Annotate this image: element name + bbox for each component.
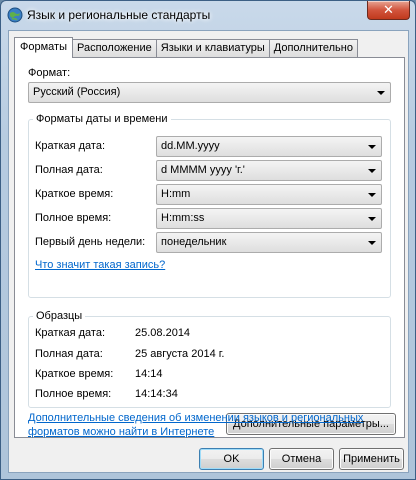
tab-administrative[interactable]: Дополнительно xyxy=(268,39,358,58)
long-time-select[interactable]: H:mm:ss xyxy=(156,208,382,229)
tab-strip: Форматы Расположение Языки и клавиатуры … xyxy=(14,37,358,58)
samples-group: Образцы Краткая дата: 25.08.2014 Полная … xyxy=(28,310,391,408)
long-time-label: Полное время: xyxy=(35,212,112,224)
dialog-window: Язык и региональные стандарты ✕ Форматы … xyxy=(0,0,416,480)
sample-long-date-label: Полная дата: xyxy=(35,348,103,360)
sample-long-time-label: Полное время: xyxy=(35,388,112,400)
close-icon: ✕ xyxy=(383,2,394,17)
ok-button[interactable]: OK xyxy=(199,448,264,470)
chevron-down-icon xyxy=(368,145,376,149)
sample-short-time-value: 14:14 xyxy=(135,368,163,380)
apply-button[interactable]: Применить xyxy=(339,448,404,470)
datetime-group-title: Форматы даты и времени xyxy=(33,113,171,125)
tab-location[interactable]: Расположение xyxy=(71,39,157,58)
first-day-select[interactable]: понедельник xyxy=(156,232,382,253)
sample-short-time-label: Краткое время: xyxy=(35,368,114,380)
dialog-client-area: Форматы Расположение Языки и клавиатуры … xyxy=(8,30,409,473)
sample-long-time-value: 14:14:34 xyxy=(135,388,178,400)
close-button[interactable]: ✕ xyxy=(367,1,410,20)
globe-icon xyxy=(7,7,23,23)
short-time-label: Краткое время: xyxy=(35,188,114,200)
sample-long-date-value: 25 августа 2014 г. xyxy=(135,348,225,360)
title-bar[interactable]: Язык и региональные стандарты ✕ xyxy=(1,1,415,29)
first-day-label: Первый день недели: xyxy=(35,236,146,248)
short-date-select[interactable]: dd.MM.yyyy xyxy=(156,136,382,157)
sample-short-date-label: Краткая дата: xyxy=(35,327,106,339)
chevron-down-icon xyxy=(368,169,376,173)
tab-keyboards-languages[interactable]: Языки и клавиатуры xyxy=(155,39,270,58)
format-select-value: Русский (Россия) xyxy=(33,86,121,98)
short-date-value: dd.MM.yyyy xyxy=(161,140,220,152)
samples-group-title: Образцы xyxy=(33,310,86,322)
more-info-link-line1[interactable]: Дополнительные сведения об изменении язы… xyxy=(28,412,363,424)
format-select[interactable]: Русский (Россия) xyxy=(28,82,391,103)
chevron-down-icon xyxy=(368,217,376,221)
format-help-link[interactable]: Что значит такая запись? xyxy=(35,259,165,271)
formats-tab-panel: Формат: Русский (Россия) Форматы даты и … xyxy=(14,57,405,438)
datetime-formats-group: Форматы даты и времени Краткая дата: dd.… xyxy=(28,113,391,298)
more-info-link-line2[interactable]: форматов можно найти в Интернете xyxy=(28,426,214,438)
tab-formats[interactable]: Форматы xyxy=(14,37,73,58)
long-date-value: d MMMM yyyy 'г.' xyxy=(161,164,245,176)
cancel-button[interactable]: Отмена xyxy=(269,448,334,470)
short-time-select[interactable]: H:mm xyxy=(156,184,382,205)
first-day-value: понедельник xyxy=(161,236,227,248)
window-title: Язык и региональные стандарты xyxy=(27,8,211,22)
chevron-down-icon xyxy=(368,193,376,197)
format-label: Формат: xyxy=(28,67,71,79)
short-date-label: Краткая дата: xyxy=(35,140,106,152)
chevron-down-icon xyxy=(377,91,385,95)
long-date-label: Полная дата: xyxy=(35,164,103,176)
sample-short-date-value: 25.08.2014 xyxy=(135,327,191,339)
long-time-value: H:mm:ss xyxy=(161,212,205,224)
long-date-select[interactable]: d MMMM yyyy 'г.' xyxy=(156,160,382,181)
chevron-down-icon xyxy=(368,241,376,245)
short-time-value: H:mm xyxy=(161,188,191,200)
